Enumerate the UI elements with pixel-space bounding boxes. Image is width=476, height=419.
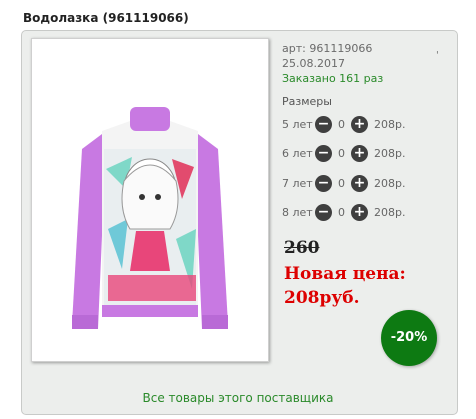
turtleneck-image — [72, 107, 228, 329]
supplier-products-link[interactable]: Все товары этого поставщика — [0, 391, 476, 405]
size-label: 8 лет — [282, 206, 313, 219]
size-qty: 0 — [338, 147, 345, 160]
article-number: арт: 961119066 — [282, 42, 373, 55]
size-price: 208р. — [374, 118, 406, 131]
size-label: 5 лет — [282, 118, 313, 131]
product-photo[interactable] — [31, 38, 269, 362]
size-label: 6 лет — [282, 147, 313, 160]
new-price-value: 208руб. — [284, 288, 360, 308]
decrement-button[interactable]: − — [315, 145, 332, 162]
size-qty: 0 — [338, 206, 345, 219]
product-date: 25.08.2017 — [282, 57, 345, 70]
tick-mark: ' — [436, 50, 439, 61]
order-count: Заказано 161 раз — [282, 72, 384, 85]
size-label: 7 лет — [282, 177, 313, 190]
new-price: Новая цена: 208руб. — [284, 262, 406, 310]
size-row-7: 7 лет − 0 + 208р. — [282, 175, 452, 193]
product-title: Водолазка (961119066) — [23, 11, 189, 25]
decrement-button[interactable]: − — [315, 175, 332, 192]
size-row-5: 5 лет − 0 + 208р. — [282, 116, 452, 134]
increment-button[interactable]: + — [351, 116, 368, 133]
size-price: 208р. — [374, 177, 406, 190]
new-price-label: Новая цена: — [284, 264, 406, 284]
increment-button[interactable]: + — [351, 204, 368, 221]
size-price: 208р. — [374, 206, 406, 219]
size-qty: 0 — [338, 177, 345, 190]
old-price: 260 — [284, 238, 320, 258]
sizes-heading: Размеры — [282, 95, 332, 108]
size-qty: 0 — [338, 118, 345, 131]
size-row-8: 8 лет − 0 + 208р. — [282, 204, 452, 222]
size-row-6: 6 лет − 0 + 208р. — [282, 145, 452, 163]
increment-button[interactable]: + — [351, 145, 368, 162]
decrement-button[interactable]: − — [315, 116, 332, 133]
increment-button[interactable]: + — [351, 175, 368, 192]
size-price: 208р. — [374, 147, 406, 160]
discount-badge: -20% — [381, 310, 437, 366]
decrement-button[interactable]: − — [315, 204, 332, 221]
